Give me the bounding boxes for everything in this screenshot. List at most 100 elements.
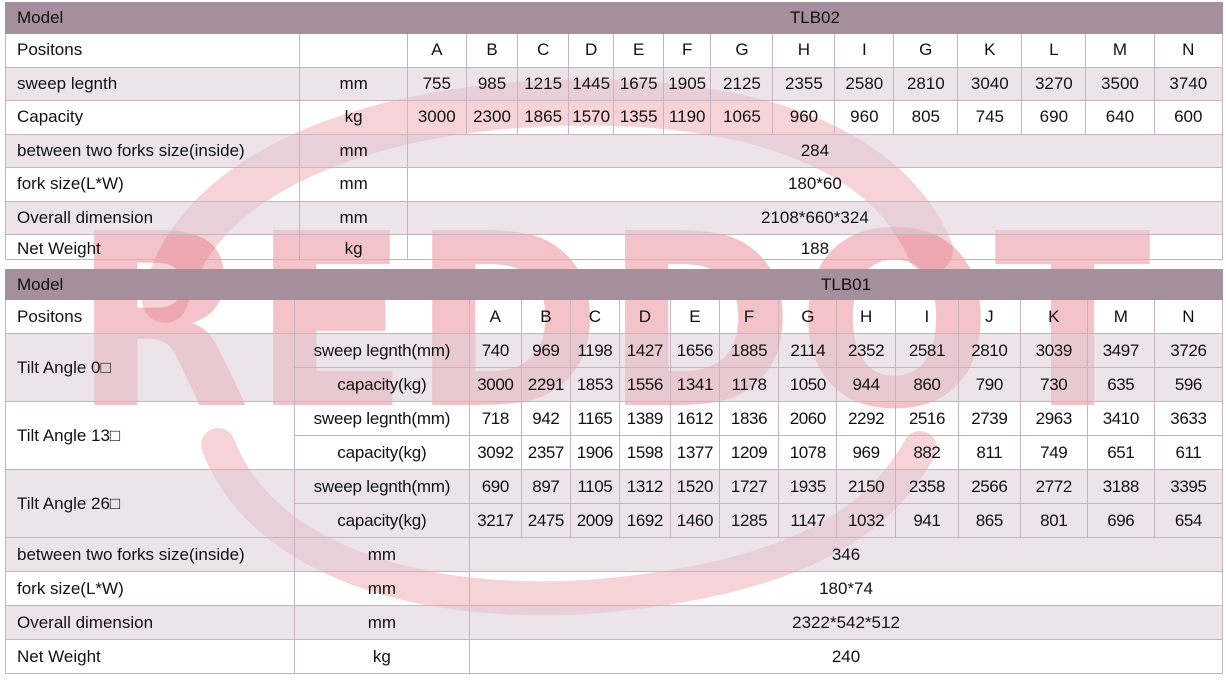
capacity-value: 745 [957, 100, 1023, 135]
tlb01-spec-table: Model TLB01 Positons ABCDEFGHIJKMN Tilt … [4, 269, 1224, 674]
model-label: Model [4, 269, 471, 300]
value-cell: 180*60 [406, 167, 1224, 202]
position-header: B [520, 299, 572, 334]
sweep-value: 2580 [834, 66, 895, 101]
unit-cell: kg [293, 639, 471, 674]
value-cell: 180*74 [469, 571, 1223, 606]
capacity-value: 1906 [570, 435, 620, 470]
capacity-value: 1556 [618, 367, 672, 402]
value-cell: 346 [469, 537, 1223, 572]
position-header: N [1153, 33, 1224, 68]
row-label: between two forks size(inside) [4, 133, 301, 168]
sweep-value: 2060 [778, 401, 838, 436]
unit-cell: mm [299, 167, 408, 202]
sweep-value: 1105 [570, 469, 620, 504]
sweep-value: 2292 [836, 401, 896, 436]
value-cell: 188 [406, 234, 1224, 260]
sweep-value: 1727 [718, 469, 780, 504]
tlb02-model-row: Model TLB02 [5, 2, 1224, 34]
position-header: A [469, 299, 522, 334]
position-header: C [570, 299, 620, 334]
capacity-value: 3092 [469, 435, 522, 470]
tlb01-tilt13-sweep-row: Tilt Angle 13□ sweep legnth(mm) 718 942 11… [5, 401, 1224, 470]
capacity-value: 941 [894, 503, 959, 538]
sweep-value: 942 [520, 401, 572, 436]
capacity-value: 1209 [718, 435, 780, 470]
position-header: M [1086, 299, 1155, 334]
position-header: A [406, 33, 467, 68]
sweep-value: 2114 [778, 333, 838, 368]
capacity-value: 730 [1019, 367, 1088, 402]
sweep-value: 1312 [618, 469, 672, 504]
capacity-value: 635 [1086, 367, 1155, 402]
tlb02-overall-row: Overall dimension mm 2108*660*324 [4, 200, 1224, 235]
capacity-value: 600 [1153, 100, 1224, 135]
capacity-value: 654 [1153, 503, 1224, 538]
sweep-value: 2963 [1019, 401, 1088, 436]
capacity-value: 2357 [520, 435, 572, 470]
sweep-value: 2125 [710, 66, 774, 101]
position-header: E [613, 33, 664, 68]
positions-label: Positons [5, 299, 295, 334]
capacity-unit-label: capacity(kg) [293, 503, 471, 538]
capacity-value: 1692 [618, 503, 672, 538]
value-cell: 2108*660*324 [406, 200, 1224, 235]
sweep-value: 2150 [836, 469, 896, 504]
capacity-value: 2009 [570, 503, 620, 538]
position-header: L [1021, 33, 1087, 68]
sweep-value: 3270 [1021, 66, 1087, 101]
sweep-value: 1612 [670, 401, 720, 436]
position-header: F [662, 33, 712, 68]
capacity-value: 865 [957, 503, 1021, 538]
sweep-value: 1445 [567, 66, 615, 101]
sweep-value: 2352 [836, 333, 896, 368]
tlb01-positions-row: Positons ABCDEFGHIJKMN [5, 299, 1224, 334]
capacity-value: 749 [1019, 435, 1088, 470]
sweep-value: 3497 [1086, 333, 1155, 368]
sweep-value: 2358 [894, 469, 959, 504]
capacity-value: 801 [1019, 503, 1088, 538]
unit-cell: mm [299, 133, 408, 168]
unit-cell: mm [299, 200, 408, 235]
sweep-value: 1389 [618, 401, 672, 436]
capacity-value: 860 [894, 367, 959, 402]
position-header: D [567, 33, 615, 68]
capacity-value: 1178 [718, 367, 780, 402]
sweep-unit-label: sweep legnth(mm) [293, 469, 471, 504]
sweep-value: 3410 [1086, 401, 1155, 436]
sweep-value: 2772 [1019, 469, 1088, 504]
sweep-value: 2355 [772, 66, 836, 101]
capacity-value: 2475 [520, 503, 572, 538]
model-label: Model [5, 2, 408, 34]
position-header: H [772, 33, 836, 68]
value-cell: 240 [469, 639, 1223, 674]
positions-label: Positons [4, 33, 301, 68]
capacity-value: 1598 [618, 435, 672, 470]
position-header: H [836, 299, 896, 334]
capacity-value: 640 [1085, 100, 1155, 135]
sweep-value: 2581 [894, 333, 959, 368]
sweep-value: 3039 [1019, 333, 1088, 368]
capacity-value: 1570 [567, 100, 615, 135]
capacity-value: 1341 [670, 367, 720, 402]
capacity-value: 1190 [662, 100, 712, 135]
sweep-value: 3633 [1153, 401, 1224, 436]
capacity-value: 596 [1153, 367, 1224, 402]
sweep-value: 740 [469, 333, 522, 368]
sweep-value: 2516 [894, 401, 959, 436]
position-header: E [670, 299, 720, 334]
sweep-value: 3040 [957, 66, 1023, 101]
tlb02-fork-size-row: fork size(L*W) mm 180*60 [4, 167, 1224, 202]
capacity-value: 1050 [778, 367, 838, 402]
sweep-value: 755 [406, 66, 467, 101]
row-label: fork size(L*W) [5, 571, 295, 606]
unit-cell: kg [299, 100, 408, 135]
sweep-value: 1215 [517, 66, 569, 101]
row-label: Overall dimension [4, 200, 301, 235]
sweep-value: 1198 [570, 333, 620, 368]
sweep-value: 3395 [1153, 469, 1224, 504]
capacity-value: 1865 [517, 100, 569, 135]
capacity-value: 690 [1021, 100, 1087, 135]
sweep-value: 969 [520, 333, 572, 368]
position-header: N [1153, 299, 1224, 334]
